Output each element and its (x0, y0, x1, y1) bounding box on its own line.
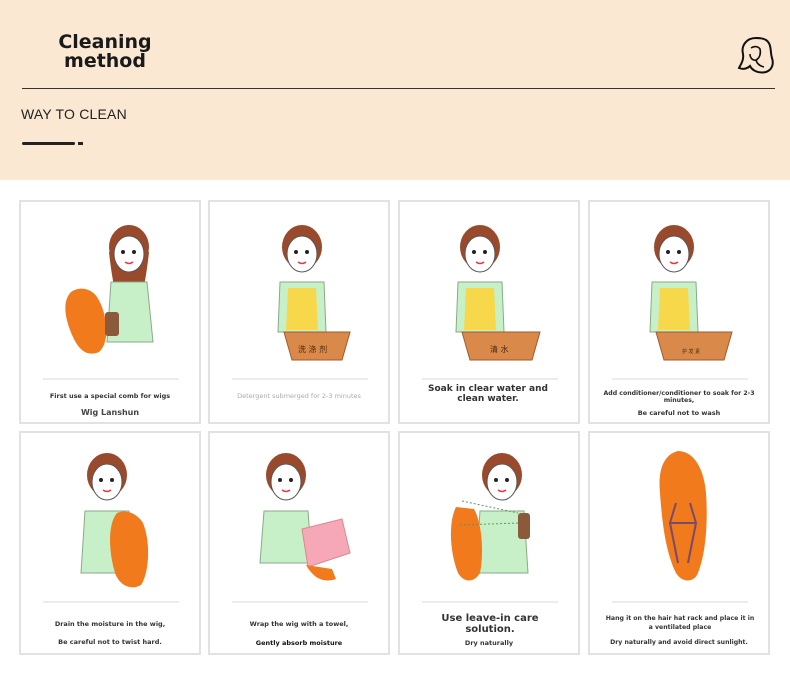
step-5-subcaption: Be careful not to twist hard. (58, 638, 162, 646)
section-subtitle: WAY TO CLEAN (21, 106, 127, 122)
step-6-subcaption: Gently absorb moisture (255, 639, 343, 647)
woman-silhouette-icon (737, 36, 774, 74)
towel-wig-illustration (259, 453, 351, 581)
step-7-caption: Use leave-in care solution. (441, 613, 539, 635)
step-1-caption: First use a special comb for wigs (49, 392, 171, 400)
step-card-5: Drain the moisture in the wig, Be carefu… (19, 431, 201, 655)
step-card-6: Wrap the wig with a towel, Gently absorb… (208, 431, 390, 655)
step-card-8: Hang it on the hair hat rack and place i… (588, 431, 770, 655)
step-card-2: 洗 涤 剂 Detergent submerged for 2-3 minute… (208, 200, 390, 424)
accent-bar (22, 142, 75, 145)
step-card-1: First use a special comb for wigs Wig La… (19, 200, 201, 424)
step-5-caption: Drain the moisture in the wig, (54, 620, 166, 628)
header-divider (22, 88, 775, 89)
step-card-7: Use leave-in care solution. Dry naturall… (398, 431, 580, 655)
step-8-caption: Hang it on the hair hat rack and place i… (605, 615, 755, 631)
step-card-3: 清 水 Soak in clear water and clean water. (398, 200, 580, 424)
step-4-caption: Add conditioner/conditioner to soak for … (603, 390, 755, 404)
comb-icon (105, 312, 119, 336)
hanging-wig-illustration (659, 451, 707, 581)
drain-wig-illustration (80, 453, 149, 588)
basin-label: 洗 涤 剂 (298, 345, 328, 354)
comb-wig-illustration (65, 225, 154, 354)
step-8-subcaption: Dry naturally and avoid direct sunlight. (610, 639, 748, 646)
spray-wig-illustration (450, 453, 530, 581)
step-6-caption: Wrap the wig with a towel, (249, 620, 349, 628)
step-7-subcaption: Dry naturally (464, 639, 514, 647)
conditioner-basin-illustration (649, 225, 733, 361)
title-line-2: method (64, 50, 146, 72)
step-4-subcaption: Be careful not to wash (637, 409, 721, 417)
step-3-caption: Soak in clear water and clean water. (428, 384, 548, 404)
step-1-subcaption: Wig Lanshun (80, 408, 140, 417)
accent-dot (78, 142, 83, 145)
page-title: Cleaning method (50, 33, 160, 71)
spray-bottle-icon (518, 513, 530, 539)
basin-label: 清 水 (490, 345, 509, 354)
header-banner: Cleaning method WAY TO CLEAN (0, 0, 790, 180)
step-card-4: 护 发 素 Add conditioner/conditioner to soa… (588, 200, 770, 424)
basin-label: 护 发 素 (682, 349, 701, 355)
step-2-caption: Detergent submerged for 2-3 minutes (237, 392, 361, 400)
